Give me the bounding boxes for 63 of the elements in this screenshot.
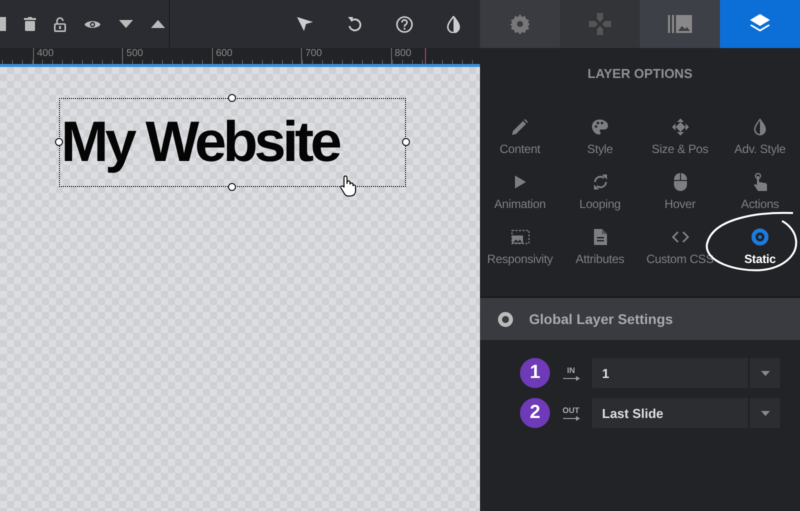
caret-up-icon[interactable]	[151, 20, 165, 28]
panel-title: LAYER OPTIONS	[586, 64, 694, 82]
pencil-icon	[512, 118, 528, 136]
panel-tab[interactable]	[640, 0, 720, 48]
section-header[interactable]: Global Layer Settings	[480, 298, 800, 340]
loop-icon	[592, 173, 608, 191]
arrow-icon	[562, 416, 580, 420]
ruler-mark: 700	[301, 48, 391, 64]
resize-handle[interactable]	[402, 138, 410, 146]
document-icon	[594, 228, 606, 246]
pointer-icon[interactable]	[297, 16, 313, 32]
undo-icon[interactable]	[347, 16, 362, 32]
settings-icon	[510, 14, 530, 34]
resize-handle[interactable]	[228, 94, 236, 102]
option-item[interactable]: Static	[720, 228, 800, 283]
position-marker	[425, 48, 426, 64]
target-icon	[498, 312, 513, 326]
palette-icon	[592, 118, 608, 136]
option-item[interactable]: Hover	[640, 173, 720, 228]
panel-tab[interactable]	[480, 0, 560, 48]
select-field[interactable]: Last Slide	[592, 398, 780, 428]
section-title: Global Layer Settings	[529, 311, 673, 327]
ruler-mark: 500	[122, 48, 212, 64]
ruler-mark: 600	[212, 48, 302, 64]
number-badge: 2	[520, 398, 550, 428]
hand-cursor-icon	[340, 175, 356, 197]
option-item[interactable]: Custom CSS	[640, 228, 720, 283]
option-item[interactable]: Adv. Style	[720, 118, 800, 173]
option-item[interactable]: Looping	[560, 173, 640, 228]
target-icon	[751, 228, 769, 246]
eye-icon[interactable]	[84, 18, 101, 30]
move-icon	[672, 118, 688, 136]
pointing-hand-icon	[753, 173, 767, 191]
help-icon[interactable]	[396, 16, 413, 32]
dpad-icon	[589, 13, 611, 35]
trash-icon[interactable]	[24, 17, 36, 31]
unlock-icon[interactable]	[54, 16, 66, 32]
image-icon	[668, 15, 692, 33]
arrow-icon	[562, 376, 580, 380]
direction-label: IN	[567, 366, 575, 374]
contrast-icon	[754, 118, 766, 136]
caret-down-icon	[760, 370, 770, 376]
direction-label: OUT	[562, 406, 580, 414]
option-item[interactable]: Responsivity	[480, 228, 560, 283]
contrast-icon[interactable]	[447, 16, 460, 32]
play-icon	[514, 173, 526, 191]
option-item[interactable]: Content	[480, 118, 560, 173]
caret-down-icon[interactable]	[119, 20, 133, 28]
option-item[interactable]: Animation	[480, 173, 560, 228]
option-item[interactable]: Attributes	[560, 228, 640, 283]
panel-tab[interactable]	[720, 0, 800, 48]
resize-handle[interactable]	[55, 138, 63, 146]
select-field[interactable]: 1	[592, 358, 780, 388]
ruler-mark: 400	[33, 48, 122, 64]
option-item[interactable]: Actions	[720, 173, 800, 228]
text-layer[interactable]: My Website	[61, 109, 339, 175]
responsive-icon	[510, 228, 530, 246]
mouse-icon	[674, 173, 686, 191]
resize-handle[interactable]	[228, 183, 236, 191]
number-badge: 1	[520, 358, 550, 388]
caret-down-icon	[760, 410, 770, 416]
option-item[interactable]: Style	[560, 118, 640, 173]
option-item[interactable]: Size & Pos	[640, 118, 720, 173]
